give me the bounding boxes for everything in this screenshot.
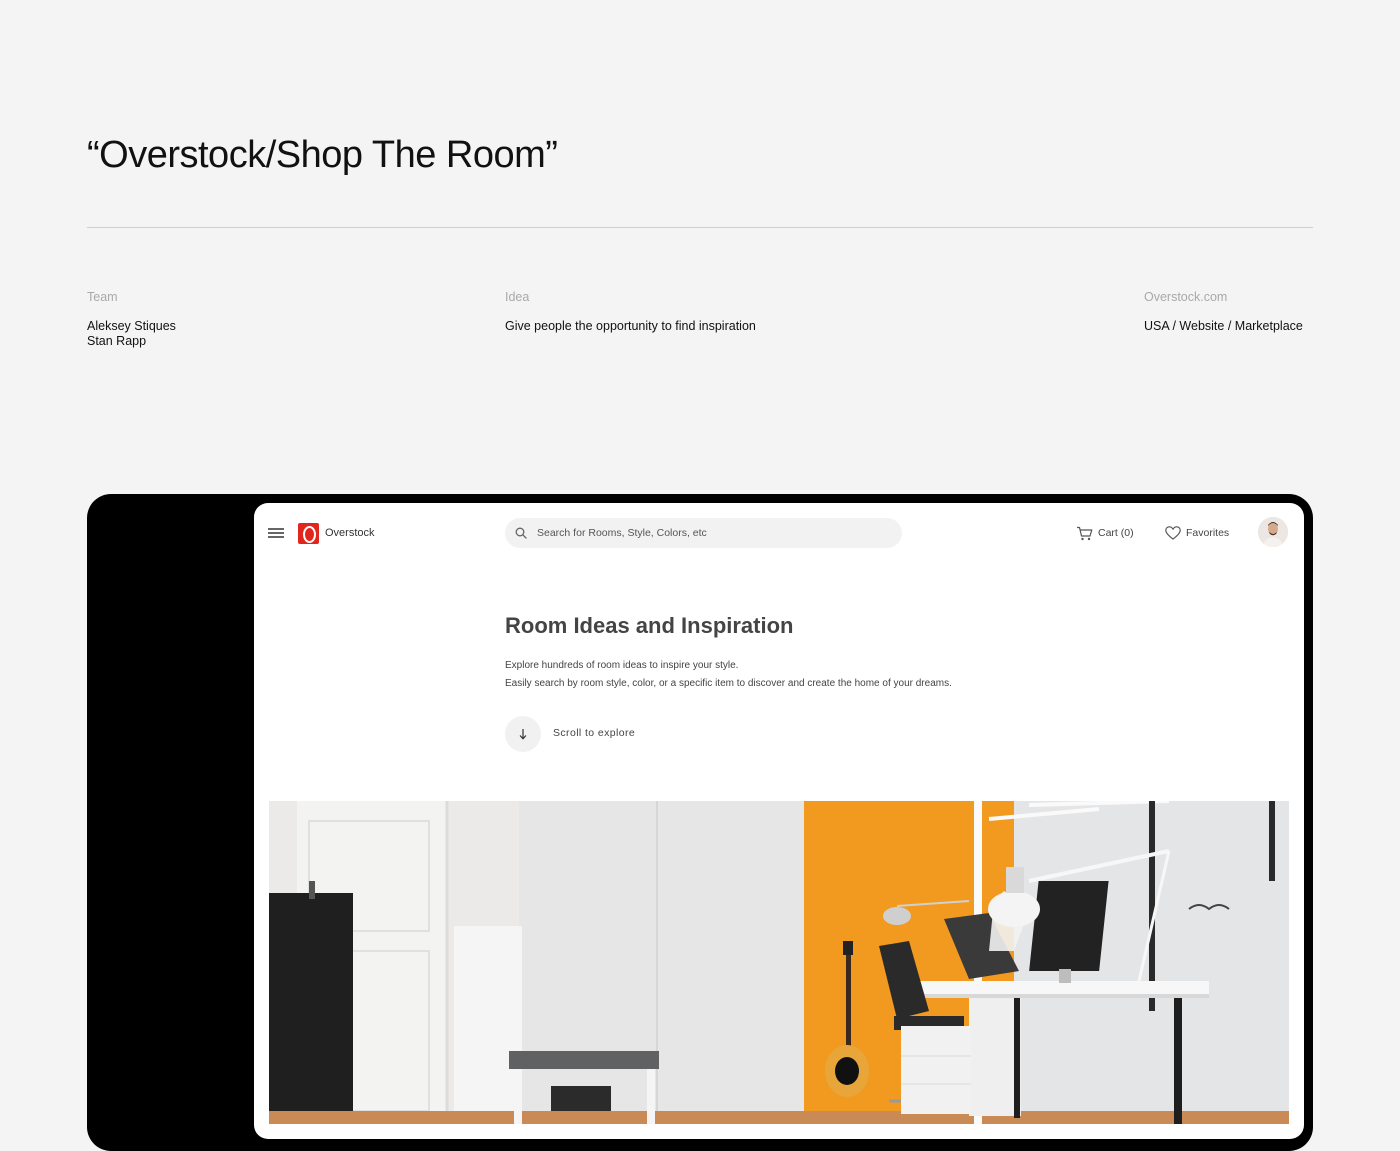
hero-description-line: Easily search by room style, color, or a… (505, 678, 952, 689)
meta-site: Overstock.com USA / Website / Marketplac… (1144, 290, 1303, 334)
hero-description-line: Explore hundreds of room ideas to inspir… (505, 660, 739, 671)
tablet-device: Overstock Cart (0) Favorites (87, 494, 1313, 1151)
meta-site-label: Overstock.com (1144, 290, 1228, 304)
cart-button[interactable]: Cart (0) (1076, 524, 1134, 542)
heart-icon (1165, 526, 1181, 540)
hero-description: Explore hundreds of room ideas to inspir… (505, 657, 952, 693)
user-photo-icon (1258, 517, 1288, 547)
room-photo (269, 801, 1289, 1124)
overstock-logo-icon[interactable] (298, 523, 319, 544)
divider (87, 227, 1313, 228)
cart-label: Cart (0) (1098, 527, 1134, 539)
brand-name[interactable]: Overstock (325, 527, 375, 539)
search-icon (515, 527, 527, 539)
meta-site-value: USA / Website / Marketplace (1144, 319, 1303, 333)
meta-team: Team Aleksey Stiques Stan Rapp (87, 290, 176, 349)
team-member: Stan Rapp (87, 334, 147, 348)
menu-icon[interactable] (268, 528, 284, 538)
meta-team-label: Team (87, 290, 118, 304)
meta-idea-value: Give people the opportunity to find insp… (505, 319, 756, 333)
cart-icon (1077, 526, 1093, 540)
search-bar[interactable] (505, 518, 902, 548)
avatar[interactable] (1258, 517, 1288, 547)
app-screen: Overstock Cart (0) Favorites (254, 503, 1304, 1139)
meta-idea: Idea Give people the opportunity to find… (505, 290, 756, 334)
scroll-down-button[interactable] (505, 716, 541, 752)
meta-idea-label: Idea (505, 290, 530, 304)
favorites-label: Favorites (1186, 527, 1230, 539)
search-input[interactable] (537, 518, 887, 548)
room-photo-illustration (269, 801, 1289, 1124)
favorites-button[interactable]: Favorites (1165, 524, 1229, 542)
scroll-label[interactable]: Scroll to explore (553, 727, 635, 739)
team-member: Aleksey Stiques (87, 319, 176, 333)
hero-title: Room Ideas and Inspiration (505, 613, 794, 638)
page-title: “Overstock/Shop The Room” (87, 134, 558, 176)
arrow-down-icon (519, 729, 527, 740)
